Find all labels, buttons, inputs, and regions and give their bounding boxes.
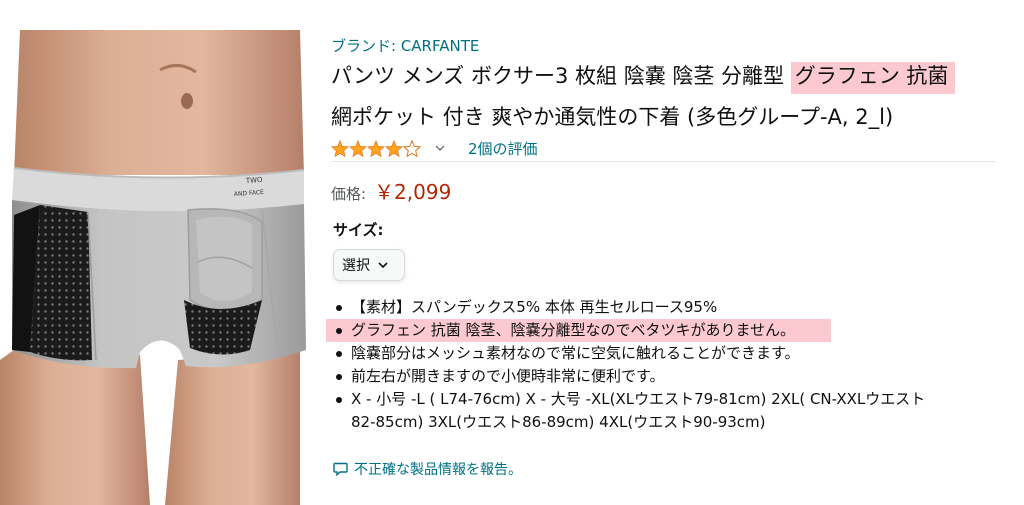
- bullet-dot: [336, 328, 342, 334]
- price-row: 価格: ￥2,099: [331, 176, 451, 205]
- bullet-dot: [336, 305, 342, 311]
- boxer-briefs-photo: TWO AND FACE: [0, 30, 306, 505]
- feature-bullet-highlighted: グラフェン 抗菌 陰茎、陰嚢分離型なのでベタツキがありません。: [326, 319, 831, 342]
- feature-bullet: 【素材】スパンデックス5% 本体 再生セルロース95%: [331, 296, 1011, 319]
- bullet-dot: [336, 351, 342, 357]
- price-value: ￥2,099: [374, 180, 452, 204]
- star-full-icon: [349, 139, 367, 157]
- product-title-line-2: 網ポケット 付き 爽やか通気性の下着 (多色グループ-A, 2_l): [331, 105, 894, 129]
- bullet-dot: [336, 374, 342, 380]
- product-image[interactable]: TWO AND FACE: [0, 0, 318, 505]
- bullet-dot: [336, 397, 342, 403]
- chevron-down-icon[interactable]: [431, 139, 449, 157]
- star-full-icon: [331, 139, 349, 157]
- feature-bullet: 陰嚢部分はメッシュ素材なので常に空気に触れることができます。: [331, 342, 1011, 365]
- star-full-icon: [385, 139, 403, 157]
- product-title-text: パンツ メンズ ボクサー3 枚組 陰嚢 陰茎 分離型: [331, 64, 791, 88]
- size-label: サイズ:: [333, 221, 384, 239]
- product-title-line-1: パンツ メンズ ボクサー3 枚組 陰嚢 陰茎 分離型 グラフェン 抗菌: [331, 62, 956, 94]
- product-detail-page: TWO AND FACE ブランド: CARFANTE パンツ メンズ ボクサー…: [0, 0, 1024, 505]
- brand-link[interactable]: ブランド: CARFANTE: [331, 35, 479, 56]
- ratings-count-link[interactable]: 2個の評価: [468, 138, 538, 159]
- rating-row: 2個の評価: [331, 137, 538, 159]
- report-incorrect-info-link[interactable]: 不正確な製品情報を報告。: [333, 459, 522, 479]
- report-link-text: 不正確な製品情報を報告。: [354, 462, 522, 478]
- feature-bullet-continuation: 82-85cm) 3XL(ウエスト86-89cm) 4XL(ウエスト90-93c…: [351, 413, 766, 431]
- feature-bullet: X - 小号 -L ( L74-76cm) X - 大号 -XL(XLウエスト7…: [331, 388, 1011, 411]
- waistband-logo-text: TWO: [245, 176, 264, 185]
- star-empty-icon: [403, 139, 421, 157]
- star-full-icon: [367, 139, 385, 157]
- title-highlight: グラフェン 抗菌: [790, 62, 956, 94]
- divider: [331, 161, 995, 162]
- price-label: 価格:: [331, 185, 367, 203]
- chevron-down-icon: [378, 261, 388, 269]
- feature-bullets: 【素材】スパンデックス5% 本体 再生セルロース95% グラフェン 抗菌 陰茎、…: [326, 296, 1011, 434]
- feature-bullet: 前左右が開きますので小便時非常に便利です。: [331, 365, 1011, 388]
- size-select[interactable]: 選択: [333, 249, 405, 281]
- size-select-value: 選択: [342, 258, 370, 274]
- star-rating[interactable]: [331, 139, 421, 157]
- comment-icon: [333, 462, 348, 476]
